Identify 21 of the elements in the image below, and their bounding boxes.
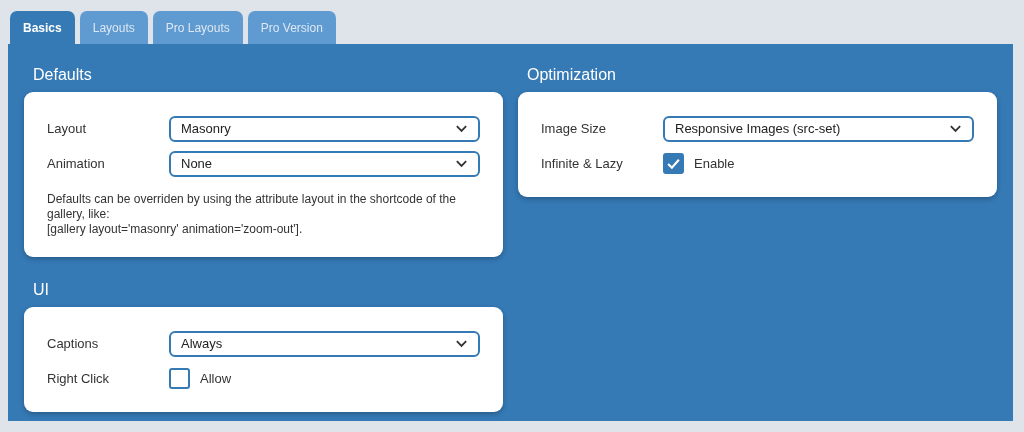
field-label: Infinite & Lazy: [541, 156, 624, 171]
field-label: Captions: [47, 336, 100, 351]
field-label: Right Click: [47, 371, 111, 386]
help-text: Defaults can be overriden by using the attribute layout in the shortcode of the gallery, like:: [47, 192, 457, 222]
checkbox[interactable]: [169, 368, 190, 389]
checkbox-label: Allow: [200, 371, 232, 386]
dropdown[interactable]: None: [169, 150, 480, 177]
checkbox[interactable]: [663, 153, 684, 174]
field-label: Image Size: [541, 121, 608, 136]
section-heading: Optimization: [526, 65, 617, 85]
help-text: [gallery layout='masonry' animation='zoom-out'].: [47, 222, 304, 237]
section-heading: Defaults: [32, 65, 93, 85]
checkbox-label: Enable: [694, 156, 735, 171]
dropdown[interactable]: Masonry: [169, 115, 480, 142]
dropdown[interactable]: Always: [169, 330, 480, 357]
checkmark-icon: [666, 156, 681, 171]
field-label: Animation: [47, 156, 106, 171]
field-label: Layout: [47, 121, 88, 136]
tab[interactable]: Basics: [10, 11, 75, 44]
dropdown[interactable]: Responsive Images (src-set): [663, 115, 974, 142]
section-heading: UI: [32, 280, 50, 300]
